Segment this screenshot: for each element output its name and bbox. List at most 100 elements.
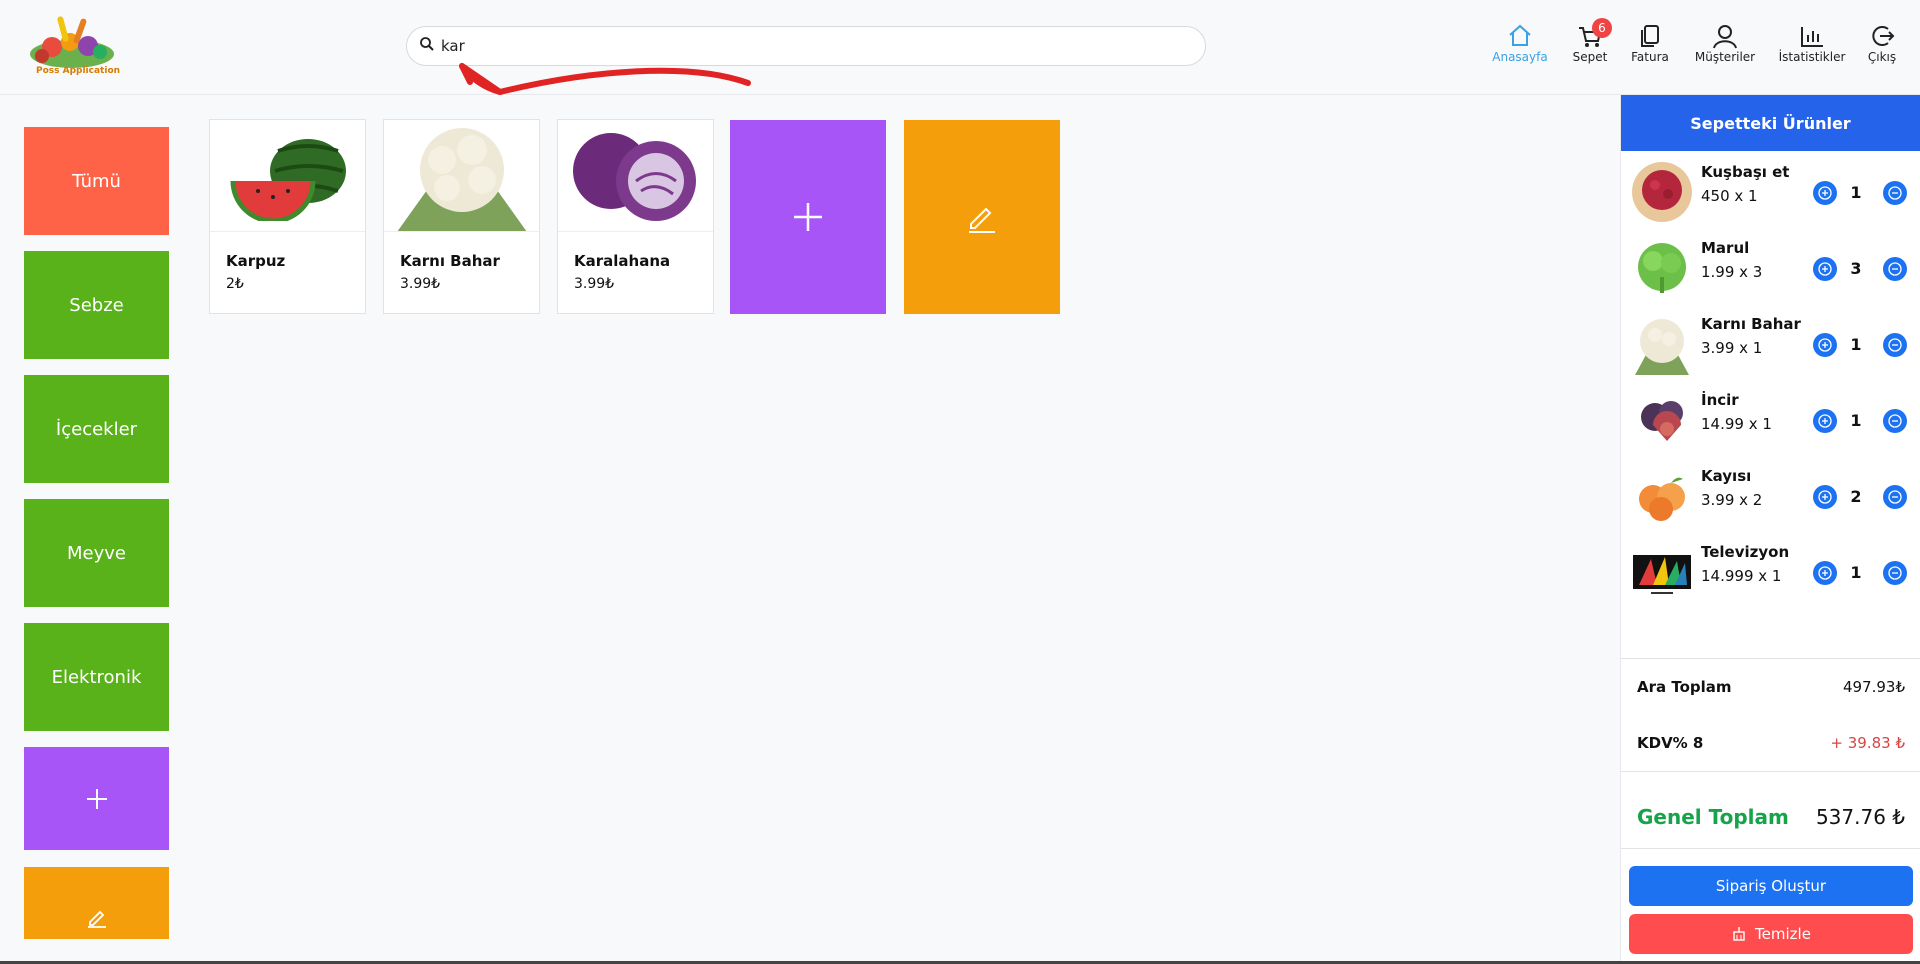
cart-item-image [1631,161,1693,223]
category-label: Meyve [67,542,126,564]
decrease-button[interactable] [1883,181,1907,205]
plus-icon [1818,338,1832,352]
logout-icon [1872,26,1895,46]
nav-cart[interactable]: 6 Sepet [1572,18,1612,72]
cart-item: Karnı Bahar 3.99 x 1 1 [1621,307,1920,377]
cart-item-price: 3.99 x 1 [1701,339,1763,357]
nav-customers[interactable]: Müşteriler [1692,22,1758,72]
search-input[interactable] [441,37,1181,55]
broom-icon [1733,927,1745,941]
increase-button[interactable] [1813,181,1837,205]
plus-icon [1818,414,1832,428]
product-card[interactable]: Karnı Bahar 3.99₺ [383,119,540,314]
cart-item: Kuşbaşı et 450 x 1 1 [1621,155,1920,225]
decrease-button[interactable] [1883,333,1907,357]
product-price: 2₺ [226,276,244,292]
minus-icon [1888,338,1902,352]
cart-item-image [1631,313,1693,375]
increase-button[interactable] [1813,257,1837,281]
cart-item: Kayısı 3.99 x 2 2 [1621,459,1920,529]
cart-item-quantity: 1 [1850,183,1862,202]
minus-icon [1888,262,1902,276]
category-drinks[interactable]: İçecekler [24,375,169,483]
cart-item-quantity: 2 [1850,487,1862,506]
cart-item-image [1631,465,1693,527]
product-card[interactable]: Karalahana 3.99₺ [557,119,714,314]
search-icon [419,36,435,56]
product-price: 3.99₺ [574,276,615,292]
product-image-red-cabbage [558,120,713,232]
cart-item-quantity: 3 [1850,259,1862,278]
product-name: Karalahana [574,252,671,270]
category-label: Tümü [72,170,121,192]
cart-item-price: 1.99 x 3 [1701,263,1763,281]
edit-product-button[interactable] [904,120,1060,314]
header: Poss Application Anasayfa 6 Sepet Fatura… [0,0,1920,95]
category-vegetables[interactable]: Sebze [24,251,169,359]
category-label: Elektronik [51,666,142,688]
category-electronics[interactable]: Elektronik [24,623,169,731]
edit-icon [969,207,995,233]
divider [1621,848,1920,849]
add-category-button[interactable] [24,747,169,850]
plus-icon [1818,262,1832,276]
create-order-button[interactable]: Sipariş Oluştur [1629,866,1913,906]
home-icon [1509,24,1531,46]
cart-item-name: Karnı Bahar [1701,315,1801,333]
cart-item-price: 14.99 x 1 [1701,415,1772,433]
minus-icon [1888,186,1902,200]
cart-count-badge: 6 [1592,18,1612,38]
cart-item-quantity: 1 [1850,411,1862,430]
increase-button[interactable] [1813,333,1837,357]
cart-item-name: Marul [1701,239,1750,257]
subtotal-label: Ara Toplam [1637,678,1732,696]
nav-invoice[interactable]: Fatura [1630,22,1670,72]
divider [1621,771,1920,772]
decrease-button[interactable] [1883,561,1907,585]
cart-item-image [1631,389,1693,451]
nav-invoice-label: Fatura [1631,50,1669,64]
copy-icon [1641,25,1659,47]
cart-item-name: Kayısı [1701,467,1752,485]
decrease-button[interactable] [1883,257,1907,281]
minus-icon [1888,566,1902,580]
user-icon [1713,25,1737,49]
divider [1621,658,1920,659]
nav-home[interactable]: Anasayfa [1492,22,1548,72]
total-row: Genel Toplam 537.76 ₺ [1621,805,1920,829]
tax-value: + 39.83 ₺ [1830,734,1905,752]
cart-item-price: 450 x 1 [1701,187,1758,205]
clear-cart-button[interactable]: Temizle [1629,914,1913,954]
cart-item-price: 3.99 x 2 [1701,491,1763,509]
increase-button[interactable] [1813,561,1837,585]
decrease-button[interactable] [1883,409,1907,433]
product-card[interactable]: Karpuz 2₺ [209,119,366,314]
cart-item: İncir 14.99 x 1 1 [1621,383,1920,453]
nav-customers-label: Müşteriler [1694,50,1756,64]
logo-text: Poss Application [36,66,121,76]
decrease-button[interactable] [1883,485,1907,509]
subtotal-value: 497.93₺ [1842,678,1905,696]
plus-icon [1818,566,1832,580]
product-image-watermelon [210,120,365,232]
increase-button[interactable] [1813,409,1837,433]
cart-item-name: Televizyon [1701,543,1790,561]
add-product-button[interactable] [730,120,886,314]
category-fruits[interactable]: Meyve [24,499,169,607]
minus-icon [1888,414,1902,428]
edit-category-button[interactable] [24,867,169,939]
total-value: 537.76 ₺ [1815,805,1905,829]
nav-logout[interactable]: Çıkış [1866,22,1898,72]
category-all[interactable]: Tümü [24,127,169,235]
tax-label: KDV% 8 [1637,734,1704,752]
nav-logout-label: Çıkış [1867,50,1897,64]
cart-item-quantity: 1 [1850,335,1862,354]
cart-title: Sepetteki Ürünler [1621,95,1920,151]
nav-statistics[interactable]: İstatistikler [1778,22,1846,72]
nav-cart-label: Sepet [1572,50,1608,64]
cart-item-name: İncir [1701,391,1739,409]
increase-button[interactable] [1813,485,1837,509]
clear-cart-label: Temizle [1755,925,1811,943]
cart-item-price: 14.999 x 1 [1701,567,1782,585]
category-label: İçecekler [55,418,138,440]
